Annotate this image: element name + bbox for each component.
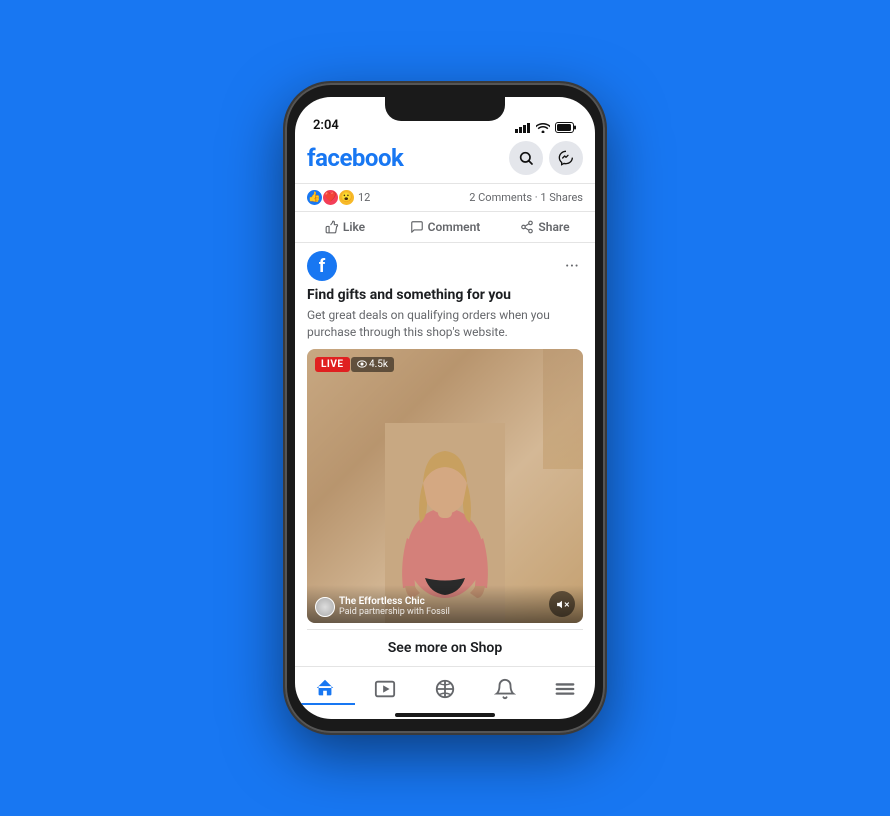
battery-icon <box>555 122 577 133</box>
mute-icon <box>556 598 569 611</box>
marketplace-icon <box>434 678 456 700</box>
bell-icon <box>494 678 516 700</box>
video-container[interactable]: LIVE 4.5k The Ef <box>307 349 583 623</box>
ad-description: Get great deals on qualifying orders whe… <box>295 307 595 349</box>
phone-mockup: 2:04 <box>285 83 605 733</box>
reactions-bar: 👍 ❤️ 😮 12 2 Comments · 1 Shares <box>295 184 595 212</box>
comment-button[interactable]: Comment <box>395 214 495 240</box>
video-overlay: The Effortless Chic Paid partnership wit… <box>307 585 583 623</box>
ad-card: f ··· Find gifts and something for you G… <box>295 243 595 666</box>
see-more-button[interactable]: See more on Shop <box>307 629 583 666</box>
channel-info: The Effortless Chic Paid partnership wit… <box>315 596 450 617</box>
ad-card-header: f ··· <box>295 243 595 285</box>
ad-headline: Find gifts and something for you <box>295 285 595 307</box>
like-label: Like <box>343 220 365 234</box>
nav-notifications[interactable] <box>475 673 535 705</box>
home-indicator <box>395 713 495 717</box>
facebook-logo: facebook <box>307 144 503 172</box>
fb-page-avatar: f <box>307 251 337 281</box>
viewers-count: 4.5k <box>369 359 388 370</box>
nav-home[interactable] <box>295 673 355 705</box>
nav-marketplace[interactable] <box>415 673 475 705</box>
love-emoji: ❤️ <box>323 190 338 205</box>
video-background <box>307 349 583 623</box>
share-icon <box>520 220 534 234</box>
nav-watch[interactable] <box>355 673 415 705</box>
share-button[interactable]: Share <box>495 214 595 240</box>
live-badge: LIVE <box>315 357 350 372</box>
menu-icon <box>554 678 576 700</box>
bottom-nav <box>295 666 595 709</box>
phone-screen: 2:04 <box>295 97 595 719</box>
like-emoji: 👍 <box>307 190 322 205</box>
eye-icon <box>357 360 367 368</box>
messenger-icon <box>558 150 574 166</box>
phone-body: 2:04 <box>285 83 605 733</box>
channel-name: The Effortless Chic <box>339 596 450 607</box>
reaction-count: 12 <box>358 191 370 204</box>
reaction-stats: 2 Comments · 1 Shares <box>469 191 583 204</box>
ad-more-options[interactable]: ··· <box>561 256 583 277</box>
nav-menu[interactable] <box>535 673 595 705</box>
wifi-icon <box>536 122 550 133</box>
home-icon <box>314 677 336 699</box>
mute-button[interactable] <box>549 591 575 617</box>
wow-emoji: 😮 <box>339 190 354 205</box>
search-icon <box>518 150 534 166</box>
search-button[interactable] <box>509 141 543 175</box>
channel-subtitle: Paid partnership with Fossil <box>339 607 450 617</box>
comment-label: Comment <box>428 220 481 234</box>
status-icons <box>515 122 577 133</box>
like-button[interactable]: Like <box>295 214 395 240</box>
phone-notch <box>385 97 505 121</box>
messenger-button[interactable] <box>549 141 583 175</box>
thumbsup-icon <box>325 220 339 234</box>
signal-icon <box>515 123 530 133</box>
action-bar: Like Comment Share <box>295 212 595 243</box>
comment-icon <box>410 220 424 234</box>
viewers-badge: 4.5k <box>351 357 394 372</box>
watch-icon <box>374 678 396 700</box>
facebook-header: facebook <box>295 137 595 184</box>
channel-text: The Effortless Chic Paid partnership wit… <box>339 596 450 617</box>
status-time: 2:04 <box>313 118 339 133</box>
reaction-emojis: 👍 ❤️ 😮 <box>307 190 354 205</box>
channel-avatar <box>315 597 335 617</box>
share-label: Share <box>538 220 569 234</box>
